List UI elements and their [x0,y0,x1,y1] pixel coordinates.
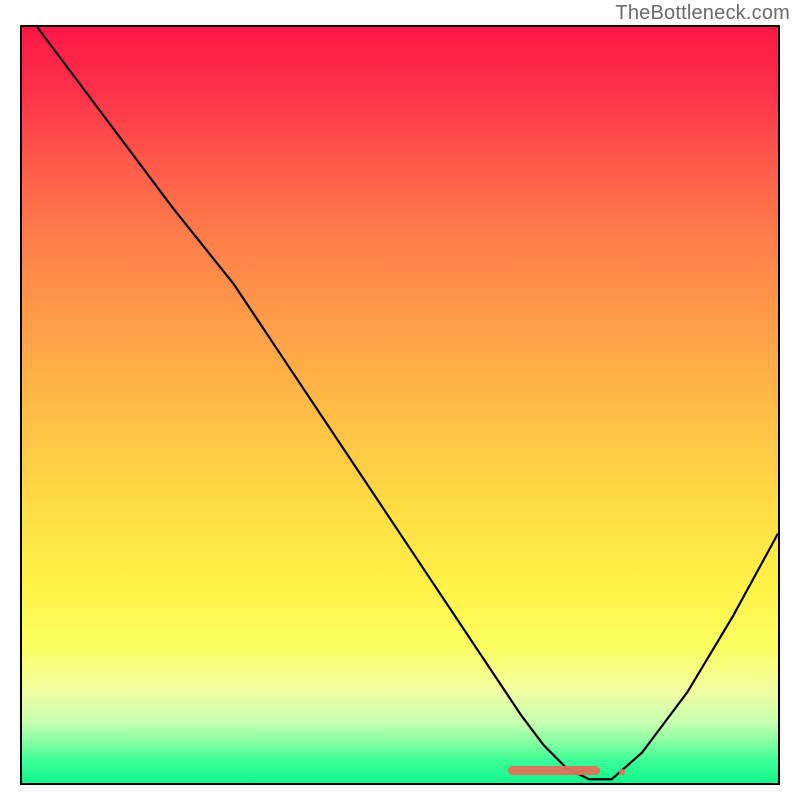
watermark-text: TheBottleneck.com [615,2,790,25]
marker-segment [508,766,599,775]
plot-area [20,25,780,785]
curve-line [22,27,778,783]
